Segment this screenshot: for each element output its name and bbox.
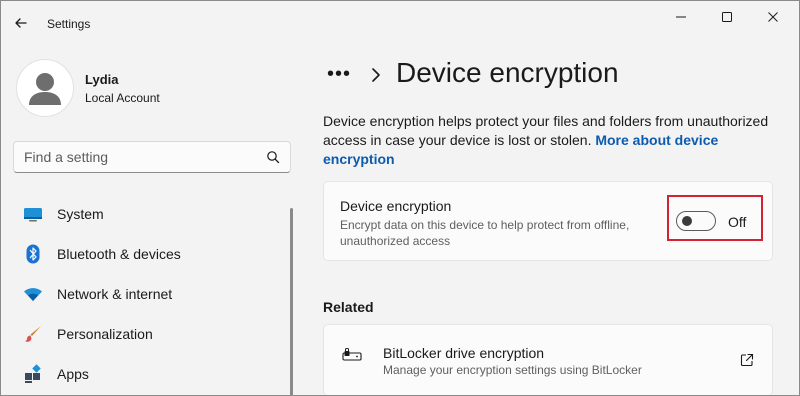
bitlocker-card[interactable]: BitLocker drive encryption Manage your e… xyxy=(323,324,773,396)
sidebar-item-personalization[interactable]: Personalization xyxy=(14,316,284,352)
apps-icon xyxy=(22,363,44,385)
brush-icon xyxy=(22,323,44,345)
sidebar-item-system[interactable]: System xyxy=(14,196,284,232)
bitlocker-icon xyxy=(342,348,362,361)
device-encryption-card: Device encryption Encrypt data on this d… xyxy=(323,181,773,261)
sidebar-item-label: System xyxy=(57,206,104,222)
sidebar-item-label: Personalization xyxy=(57,326,153,342)
sidebar-item-network-internet[interactable]: Network & internet xyxy=(14,276,284,312)
system-icon xyxy=(22,203,44,225)
minimize-button[interactable] xyxy=(663,6,699,28)
maximize-icon xyxy=(722,12,732,22)
sidebar-item-label: Network & internet xyxy=(57,286,173,302)
app-title: Settings xyxy=(47,17,91,31)
wifi-icon xyxy=(22,283,44,305)
page-description: Device encryption helps protect your fil… xyxy=(323,112,778,169)
card-title: Device encryption xyxy=(340,198,452,214)
back-button[interactable] xyxy=(11,13,31,33)
bluetooth-icon xyxy=(22,243,44,265)
device-encryption-toggle[interactable] xyxy=(676,211,716,231)
related-heading: Related xyxy=(323,299,374,315)
person-icon xyxy=(29,73,61,105)
toggle-knob xyxy=(682,216,692,226)
sidebar-item-apps[interactable]: Apps xyxy=(14,356,284,392)
toggle-state-label: Off xyxy=(728,214,747,230)
account-type: Local Account xyxy=(85,91,160,105)
close-icon xyxy=(768,12,778,22)
sidebar-scrollbar[interactable] xyxy=(290,208,293,396)
close-button[interactable] xyxy=(755,6,791,28)
breadcrumb-more-button[interactable]: ••• xyxy=(327,64,351,84)
minimize-icon xyxy=(676,16,686,18)
sidebar-item-label: Apps xyxy=(57,366,89,382)
sidebar-item-label: Bluetooth & devices xyxy=(57,246,181,262)
card-subtitle: Manage your encryption settings using Bi… xyxy=(383,363,642,377)
card-subtitle: Encrypt data on this device to help prot… xyxy=(340,218,630,248)
search-input[interactable] xyxy=(24,142,254,172)
search-box[interactable] xyxy=(13,141,291,173)
external-link-icon xyxy=(740,353,754,367)
page-title: Device encryption xyxy=(396,57,619,88)
sidebar-item-bluetooth-devices[interactable]: Bluetooth & devices xyxy=(14,236,284,272)
avatar[interactable] xyxy=(16,59,74,117)
chevron-right-icon xyxy=(372,68,380,82)
search-icon[interactable] xyxy=(266,150,280,164)
maximize-button[interactable] xyxy=(709,6,745,28)
user-name: Lydia xyxy=(85,72,119,87)
card-title: BitLocker drive encryption xyxy=(383,345,545,361)
back-arrow-icon xyxy=(15,18,27,28)
